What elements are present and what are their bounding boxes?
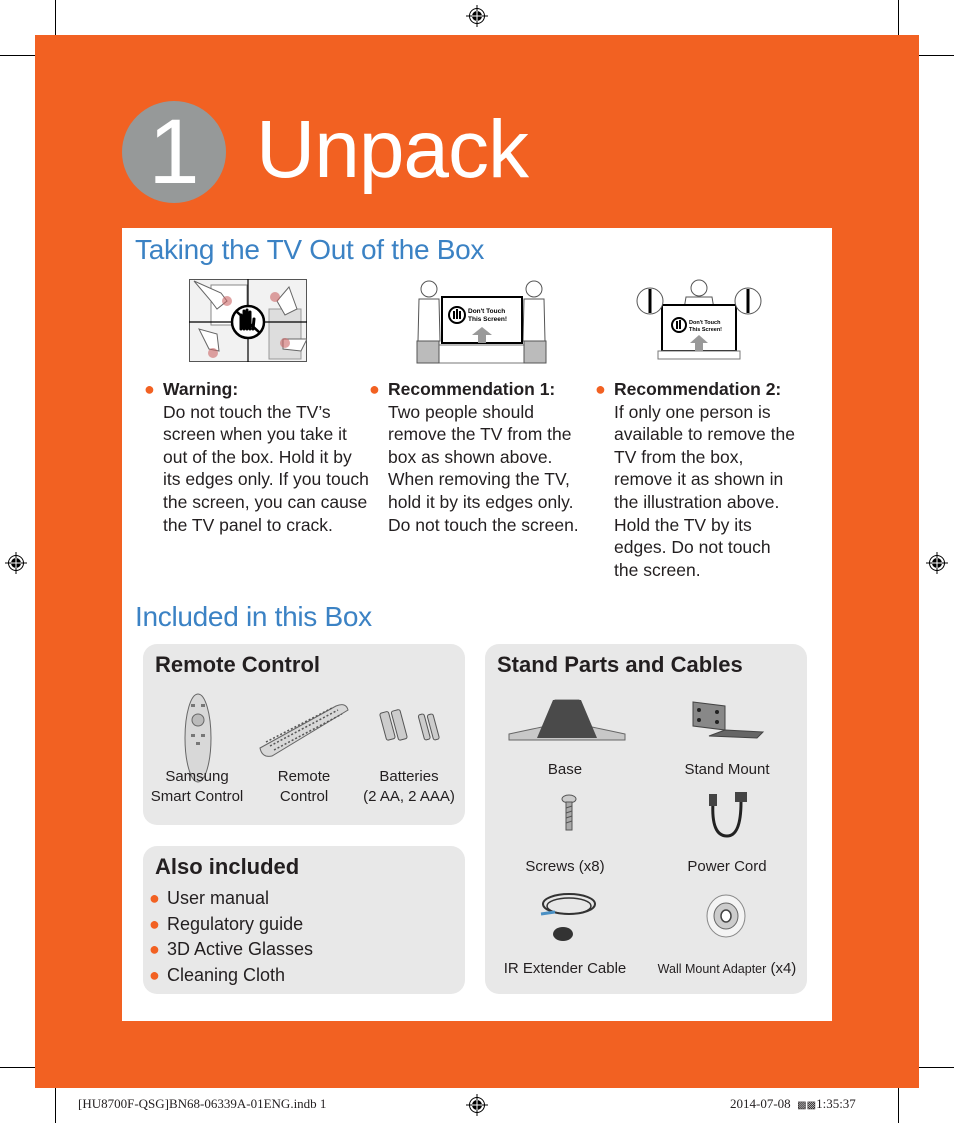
one-person-illustration: Don't Touch This Screen! xyxy=(636,279,762,360)
crop-mark xyxy=(55,0,56,35)
list-item: ● Cleaning Cloth xyxy=(149,963,313,989)
item-label: Screws (x8) xyxy=(525,858,605,875)
also-included-box: Also included ● User manual ● Regulatory g… xyxy=(143,846,465,994)
item-label: Stand Mount xyxy=(684,761,770,778)
two-person-illustration: Don't Touch This Screen! xyxy=(416,280,547,364)
bullet-icon: ● xyxy=(149,913,160,934)
list-item: ● 3D Active Glasses xyxy=(149,937,313,963)
step-number-badge: 1 xyxy=(122,101,226,203)
stand-base-icon xyxy=(508,699,626,741)
item-label: IR Extender Cable xyxy=(503,960,627,977)
power-cord-icon xyxy=(709,792,747,838)
registration-mark-icon xyxy=(466,5,488,27)
recommendation-1-column: ● Recommendation 1: Two people should re… xyxy=(369,378,583,536)
illustration-text: This Screen! xyxy=(468,316,507,323)
item-label: Batteries (2 AA, 2 AAA) xyxy=(363,768,455,805)
column-heading: Recommendation 2: xyxy=(614,379,782,399)
remote-control-box: Remote Control Samsung Smart Control Rem… xyxy=(143,644,465,825)
page-title: Unpack xyxy=(256,104,529,195)
warning-column: ● Warning: Do not touch the TV’s screen … xyxy=(144,378,373,536)
registration-mark-icon xyxy=(926,552,948,574)
box-title: Also included xyxy=(155,854,300,879)
bullet-icon: ● xyxy=(149,888,160,908)
stand-parts-box: Stand Parts and Cables Base Stand Mount … xyxy=(485,644,807,994)
registration-mark-icon xyxy=(5,552,27,574)
warning-illustration xyxy=(189,279,307,362)
ir-extender-cable-icon xyxy=(540,893,596,941)
remote-control-icon xyxy=(259,704,349,757)
list-item: ● User manual xyxy=(149,886,313,912)
stand-mount-icon xyxy=(692,701,765,739)
bullet-icon: ● xyxy=(144,379,155,399)
bullet-icon: ● xyxy=(149,965,160,986)
crop-mark xyxy=(919,55,954,56)
crop-mark xyxy=(0,55,35,56)
section-title-included: Included in this Box xyxy=(135,601,372,632)
also-included-list: ● User manual ● Regulatory guide ● 3D Activ… xyxy=(149,886,313,989)
item-label: Base xyxy=(547,761,583,778)
wall-mount-adapter-icon xyxy=(706,894,746,938)
crop-mark xyxy=(898,0,899,35)
crop-mark xyxy=(898,1088,899,1123)
box-title: Stand Parts and Cables xyxy=(497,652,743,677)
bullet-icon: ● xyxy=(595,379,606,399)
bullet-icon: ● xyxy=(369,379,380,399)
crop-mark xyxy=(55,1088,56,1123)
footer-timestamp: 2014-07-08 ▩▩1:35:37 xyxy=(730,1096,856,1111)
item-label: Remote Control xyxy=(277,768,331,805)
crop-mark xyxy=(919,1067,954,1068)
column-heading: Warning: xyxy=(163,379,239,399)
column-heading: Recommendation 1: xyxy=(388,379,556,399)
item-label: Samsung Smart Control xyxy=(150,768,244,805)
item-label: Wall Mount Adapter (x4) xyxy=(657,960,797,977)
list-item: ● Regulatory guide xyxy=(149,912,313,938)
illustration-text: Don't Touch xyxy=(689,320,721,326)
box-title: Remote Control xyxy=(155,652,320,677)
recommendation-2-column: ● Recommendation 2: If only one person i… xyxy=(595,378,799,581)
registration-mark-icon xyxy=(466,1094,488,1116)
crop-mark xyxy=(0,1067,35,1068)
item-label: Power Cord xyxy=(687,858,767,875)
footer-file-info: [HU8700F-QSG]BN68-06339A-01ENG.indb 1 xyxy=(78,1096,327,1111)
section-title-taking-out: Taking the TV Out of the Box xyxy=(135,234,485,265)
content-panel: Taking the TV Out of the Box Don't Touch… xyxy=(122,228,832,1021)
bullet-icon: ● xyxy=(149,939,160,960)
screw-icon xyxy=(561,794,577,831)
column-body: If only one person is available to remov… xyxy=(614,401,795,580)
illustration-text: Don't Touch xyxy=(468,308,505,315)
column-body: Two people should remove the TV from the… xyxy=(388,401,579,535)
illustration-text: This Screen! xyxy=(689,327,722,333)
column-body: Do not touch the TV’s screen when you ta… xyxy=(163,401,369,535)
batteries-icon xyxy=(379,709,440,741)
